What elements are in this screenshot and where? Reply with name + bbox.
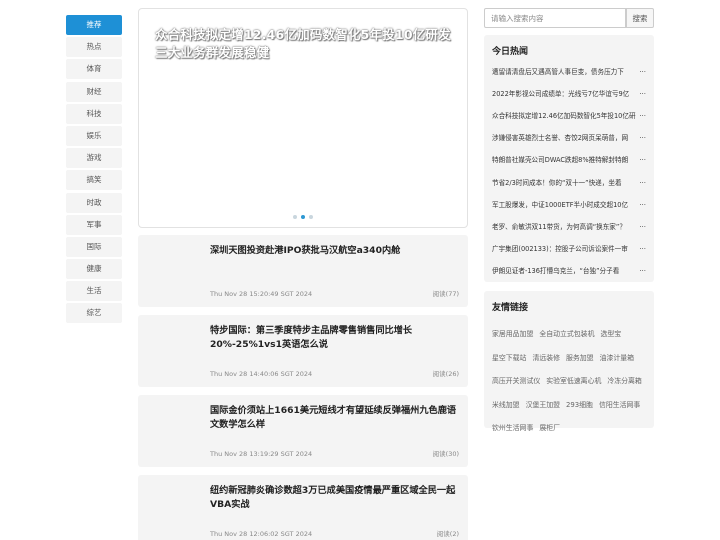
nav-item[interactable]: 综艺 xyxy=(66,303,122,324)
nav-item[interactable]: 体育 xyxy=(66,59,122,80)
hot-news-item[interactable]: 众合科技拟定增12.46亿加码数智化5年投10亿研 xyxy=(492,110,646,120)
friend-link[interactable]: 全自动立式包装机 xyxy=(539,324,594,345)
nav-item[interactable]: 推荐 xyxy=(66,15,122,35)
featured-banner[interactable]: 众合科技拟定增12.46亿加码数智化5年投10亿研发三大业务群发展稳健 xyxy=(138,8,468,228)
nav-item[interactable]: 热点 xyxy=(66,37,122,58)
hot-news-item[interactable]: 遭留请清盘后又遇高管人事巨变，债务压力下 xyxy=(492,66,646,76)
banner-title[interactable]: 众合科技拟定增12.46亿加码数智化5年投10亿研发三大业务群发展稳健 xyxy=(155,26,455,61)
friend-link[interactable]: 油漆计量箱 xyxy=(600,348,634,369)
friend-link[interactable]: 冷冻分离箱 xyxy=(607,371,641,392)
nav-item[interactable]: 财经 xyxy=(66,81,122,102)
article-date: Thu Nov 28 15:20:49 SGT 2024 xyxy=(210,290,313,298)
article-read-count: 阅读(2) xyxy=(436,530,459,538)
article-title[interactable]: 特步国际：第三季度特步主品牌零售销售同比增长20%-25%1vs1英语怎么说 xyxy=(210,324,460,351)
article-card[interactable]: 纽约新冠肺炎确诊数超3万已成美国疫情最严重区域全民一起VBA实战 Thu Nov … xyxy=(138,475,468,540)
hot-news-title: 今日热闻 xyxy=(492,47,529,57)
hot-news-item[interactable]: 2022年影视公司成绩单：光线亏7亿华谊亏9亿 xyxy=(492,88,646,98)
friend-links-title: 友情链接 xyxy=(492,303,529,313)
friend-link[interactable]: 钦州生活网事 xyxy=(492,418,533,439)
nav-item[interactable]: 时政 xyxy=(66,192,122,213)
nav-item[interactable]: 健康 xyxy=(66,259,122,280)
friend-link[interactable]: 星空下载站 xyxy=(492,348,526,369)
friend-link[interactable]: 米线加盟 xyxy=(492,395,520,416)
category-nav: 推荐 热点 体育 财经 科技 娱乐 游戏 搞笑 时政 军事 国际 健康 生活 综艺 xyxy=(66,15,122,326)
article-title[interactable]: 纽约新冠肺炎确诊数超3万已成美国疫情最严重区域全民一起VBA实战 xyxy=(210,484,460,511)
article-date: Thu Nov 28 12:06:02 SGT 2024 xyxy=(210,530,313,538)
nav-item[interactable]: 游戏 xyxy=(66,148,122,169)
article-date: Thu Nov 28 13:19:29 SGT 2024 xyxy=(210,450,313,458)
friend-link[interactable]: 信阳生活网事 xyxy=(599,395,640,416)
hot-news-item[interactable]: 节省2/3时间成本！你的“双十一”快递，坐着 xyxy=(492,176,646,187)
friend-link[interactable]: 实验室低速离心机 xyxy=(546,371,601,392)
friend-link[interactable]: 高压开关测试仪 xyxy=(492,371,540,392)
carousel-dot[interactable] xyxy=(293,215,297,219)
hot-news-item[interactable]: 伊朗见证者-136打懵乌克兰，“台独”分子看 xyxy=(492,264,646,275)
hot-news-panel: 今日热闻 遭留请清盘后又遇高管人事巨变，债务压力下 2022年影视公司成绩单：光线… xyxy=(484,35,654,282)
search-button[interactable]: 搜索 xyxy=(626,8,654,28)
friend-links-panel: 友情链接 家居用品加盟 全自动立式包装机 选型宝星空下载站 清远装修 服务加盟 油漆计量箱… xyxy=(484,291,654,432)
nav-item[interactable]: 生活 xyxy=(66,281,122,302)
nav-item[interactable]: 搞笑 xyxy=(66,170,122,191)
article-read-count: 阅读(77) xyxy=(432,290,459,298)
article-card[interactable]: 国际金价须站上1661美元短线才有望延续反弹福州九色鹿语文数学怎么样 Thu No… xyxy=(138,395,468,467)
friend-link[interactable]: 家居用品加盟 xyxy=(492,324,533,345)
nav-item[interactable]: 科技 xyxy=(66,103,122,124)
article-read-count: 阅读(30) xyxy=(432,450,459,458)
friend-link[interactable]: 选型宝 xyxy=(600,324,621,345)
article-card[interactable]: 深圳天图投资赴港IPO获批马汉航空a340内舱 Thu Nov 28 15:20:… xyxy=(138,235,468,307)
friend-link[interactable]: 293细胞 xyxy=(566,395,593,416)
friend-link[interactable]: 清远装修 xyxy=(532,348,560,369)
hot-news-item[interactable]: 广宇集团(002133)：控股子公司诉讼案件一审 xyxy=(492,242,646,253)
article-card[interactable]: 特步国际：第三季度特步主品牌零售销售同比增长20%-25%1vs1英语怎么说 Th… xyxy=(138,315,468,387)
carousel-dot-active[interactable] xyxy=(301,215,305,219)
nav-item[interactable]: 军事 xyxy=(66,214,122,235)
carousel-indicators xyxy=(139,215,467,219)
hot-news-item[interactable]: 涉嫌侵害英雄烈士名誉、杏饺2网页呆萌普，网 xyxy=(492,132,646,142)
friend-links-list: 家居用品加盟 全自动立式包装机 选型宝星空下载站 清远装修 服务加盟 油漆计量箱高压开关测… xyxy=(492,321,650,439)
article-read-count: 阅读(26) xyxy=(432,370,459,378)
friend-link[interactable]: 展柜厂 xyxy=(539,418,560,439)
hot-news-item[interactable]: 老罗、俞敏洪双11带货，为何高调“换东家”？ xyxy=(492,220,646,231)
search-input[interactable] xyxy=(484,8,626,28)
nav-item[interactable]: 国际 xyxy=(66,236,122,257)
friend-link[interactable]: 汉堡王加盟 xyxy=(526,395,560,416)
nav-item[interactable]: 娱乐 xyxy=(66,125,122,146)
hot-news-item[interactable]: 特朗普社媒壳公司DWAC跌超8%推特解封特朗 xyxy=(492,154,646,164)
article-date: Thu Nov 28 14:40:06 SGT 2024 xyxy=(210,370,313,378)
article-title[interactable]: 深圳天图投资赴港IPO获批马汉航空a340内舱 xyxy=(210,244,460,258)
carousel-dot[interactable] xyxy=(309,215,313,219)
friend-link[interactable]: 服务加盟 xyxy=(566,348,594,369)
hot-news-item[interactable]: 军工股爆发，中证1000ETF半小时成交超10亿 xyxy=(492,198,646,209)
article-title[interactable]: 国际金价须站上1661美元短线才有望延续反弹福州九色鹿语文数学怎么样 xyxy=(210,404,460,431)
